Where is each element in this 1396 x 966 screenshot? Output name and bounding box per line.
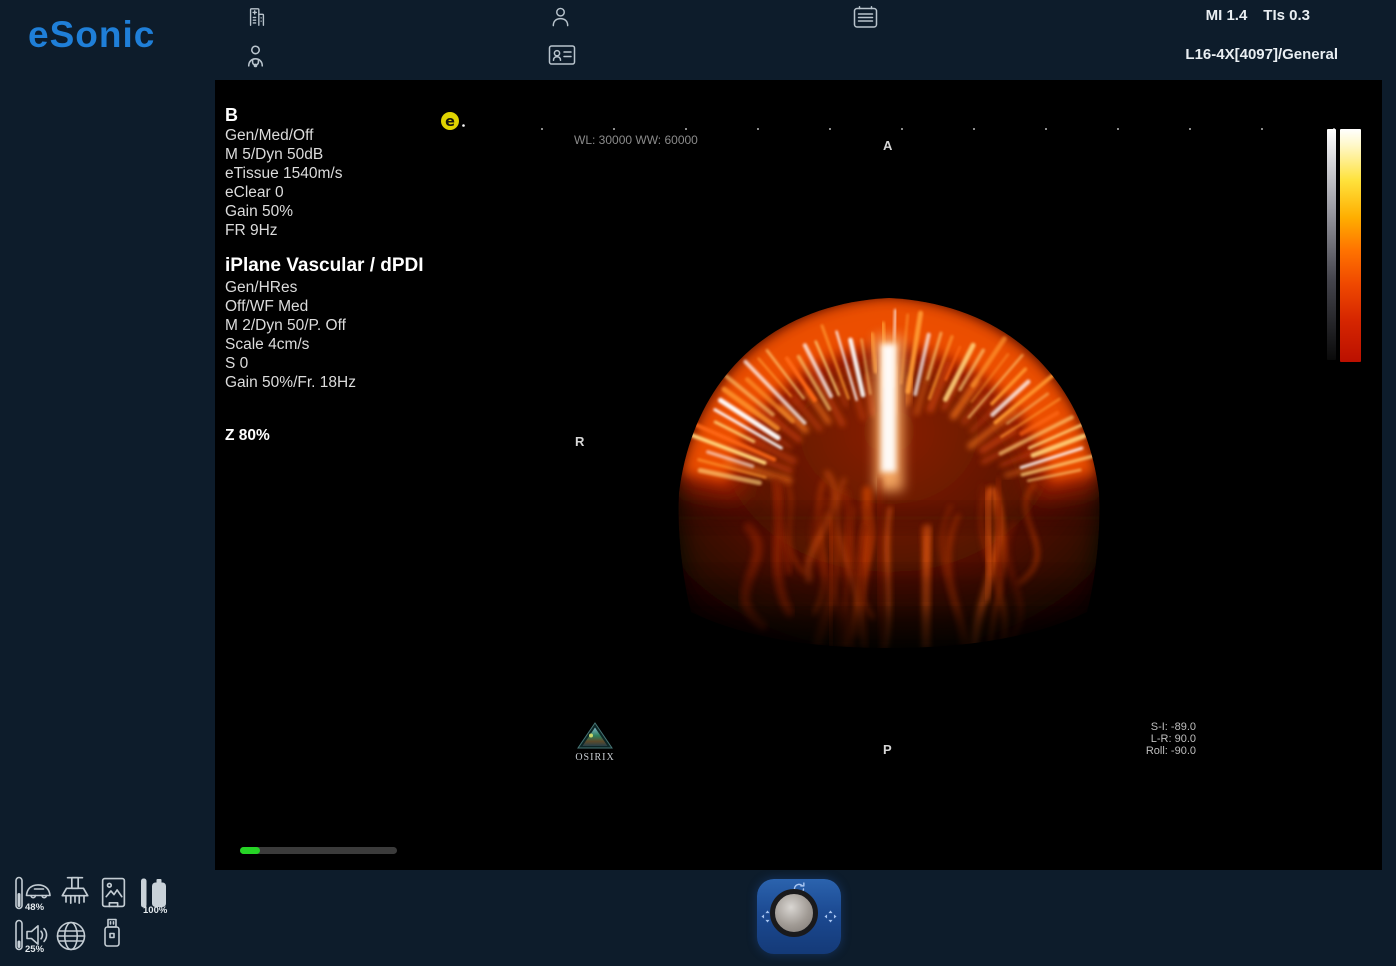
flow-mode-param: M 2/Dyn 50/P. Off [225,316,424,335]
b-mode-param: Gen/Med/Off [225,126,424,145]
esonic-logo: eSonic [28,14,155,56]
b-mode-param: eClear 0 [225,183,424,202]
image-area: B Gen/Med/Off M 5/Dyn 50dB eTissue 1540m… [215,80,1382,870]
svg-text:e: e [445,114,455,130]
flow-mode-param: Gen/HRes [225,278,424,297]
rotation-readout: S-I: -89.0 L-R: 90.0 Roll: -90.0 [1096,721,1196,757]
image-file-icon[interactable] [101,877,126,908]
gel-warmer-icon[interactable]: 48% [14,876,54,910]
b-mode-param: FR 9Hz [225,221,424,240]
gel-warmer-level: 48% [25,902,44,913]
cine-progress-bar[interactable] [240,847,397,854]
window-level-readout: WL: 30000 WW: 60000 [574,133,698,147]
orientation-marker-anterior: A [883,138,892,153]
hospital-icon[interactable] [246,6,268,28]
osirix-pyramid-icon [577,722,613,749]
flow-mode-param: S 0 [225,354,424,373]
mi-value: MI 1.4 [1206,7,1248,24]
orientation-marker-right: R [575,434,584,449]
esonic-ultrasound-screen: eSonic [0,0,1396,966]
flow-mode-param: Gain 50%/Fr. 18Hz [225,373,424,392]
probe-orientation-marker-icon: e [439,110,467,137]
osirix-logo: OSIRIX [573,722,617,763]
trackball-widget[interactable] [757,879,841,954]
trackball-ball[interactable] [770,889,818,937]
patient-icon[interactable] [549,5,572,28]
tis-value: TIs 0.3 [1263,7,1310,24]
doctor-icon[interactable] [243,43,268,69]
rotation-lr: L-R: 90.0 [1096,733,1196,745]
imaging-parameters: B Gen/Med/Off M 5/Dyn 50dB eTissue 1540m… [225,104,424,445]
network-globe-icon[interactable] [54,919,88,953]
acoustic-output-readout: MI 1.4 TIs 0.3 [1206,7,1310,24]
grayscale-colorbar [1327,129,1336,360]
battery-level: 100% [143,905,167,916]
progress-fill [240,847,260,854]
id-card-icon[interactable] [548,44,576,66]
3d-vascular-render[interactable] [653,278,1125,660]
volume-icon[interactable]: 25% [14,919,50,951]
rotation-si: S-I: -89.0 [1096,721,1196,733]
orientation-marker-posterior: P [883,742,892,757]
probe-preset-label[interactable]: L16-4X[4097]/General [1185,46,1338,63]
battery-icon[interactable]: 100% [139,877,169,909]
flow-mode-param: Scale 4cm/s [225,335,424,354]
pan-right-icon[interactable] [824,910,837,923]
b-mode-param: M 5/Dyn 50dB [225,145,424,164]
flow-mode-param: Off/WF Med [225,297,424,316]
b-mode-param: Gain 50% [225,202,424,221]
b-mode-title: B [225,104,424,126]
b-mode-param: eTissue 1540m/s [225,164,424,183]
osirix-label: OSIRIX [573,752,617,763]
flow-colorbar [1340,129,1361,362]
worklist-icon[interactable] [852,5,879,29]
flow-mode-title: iPlane Vascular / dPDI [225,254,424,278]
cleaning-brush-icon[interactable] [57,874,93,910]
zoom-readout: Z 80% [225,426,424,445]
depth-ruler [541,128,1373,130]
rotation-roll: Roll: -90.0 [1096,745,1196,757]
volume-level: 25% [25,944,44,955]
usb-device-icon[interactable] [100,917,124,949]
